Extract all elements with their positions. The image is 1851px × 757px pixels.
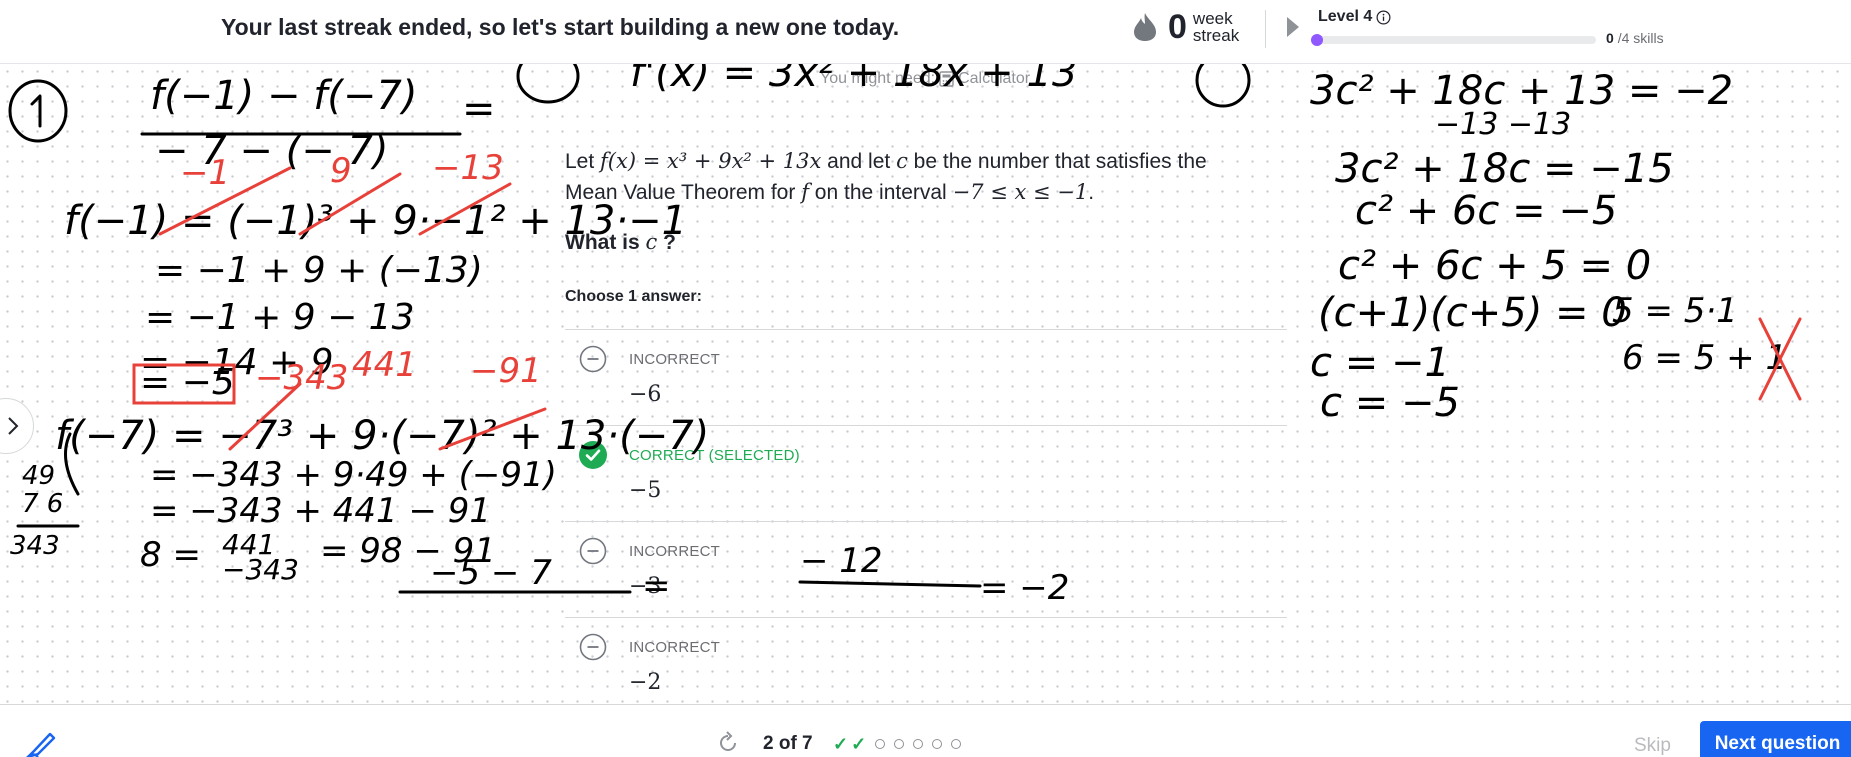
skills-progress: 0 /4 skills bbox=[1606, 30, 1664, 46]
problem-statement: Let f(x) = x³ + 9x² + 13x and let c be t… bbox=[565, 146, 1287, 208]
answer-choice-c[interactable]: INCORRECT −3 bbox=[565, 521, 1287, 617]
flame-icon bbox=[1134, 13, 1156, 41]
problem-equals: = bbox=[636, 149, 667, 173]
choose-label: Choose 1 answer: bbox=[565, 288, 702, 305]
problem-line2-end: . bbox=[1088, 181, 1095, 204]
level-label: Level 4 bbox=[1318, 8, 1391, 26]
pending-dot bbox=[932, 739, 943, 749]
streak-widget[interactable]: 0 week streak bbox=[1132, 10, 1239, 44]
incorrect-minus-icon bbox=[579, 345, 607, 373]
expand-triangle-icon[interactable] bbox=[1286, 16, 1300, 38]
completed-check-icon: ✓ bbox=[833, 734, 849, 754]
problem-f-variable: f bbox=[801, 180, 809, 204]
info-icon[interactable] bbox=[1376, 10, 1391, 25]
skip-button[interactable]: Skip bbox=[1634, 735, 1671, 757]
level-progress-bar bbox=[1311, 34, 1596, 46]
answer-list: INCORRECT −6 CORRECT (SELECTED) −5 INCOR… bbox=[565, 329, 1287, 713]
incorrect-minus-icon bbox=[579, 633, 607, 661]
skills-total: /4 skills bbox=[1617, 30, 1664, 46]
incorrect-minus-icon bbox=[579, 537, 607, 565]
streak-count: 0 bbox=[1168, 8, 1187, 46]
question-before: What is bbox=[565, 231, 646, 254]
answer-choice-a[interactable]: INCORRECT −6 bbox=[565, 329, 1287, 425]
level-progress-indicator bbox=[1311, 34, 1323, 46]
problem-expression: x³ + 9x² + 13x bbox=[667, 149, 822, 173]
problem-mid-text: and let bbox=[821, 150, 897, 173]
retry-arrow-icon[interactable] bbox=[716, 731, 740, 755]
problem-line1-end: be the number that satisfies the bbox=[907, 150, 1207, 173]
problem-c-variable: c bbox=[896, 149, 908, 173]
answer-value: −3 bbox=[629, 574, 662, 599]
answer-value: −5 bbox=[629, 478, 662, 503]
answer-status: INCORRECT bbox=[629, 543, 720, 560]
answer-value: −6 bbox=[629, 382, 662, 407]
question-progress-dots: ✓ ✓ bbox=[833, 734, 962, 754]
top-bar: Your last streak ended, so let's start b… bbox=[0, 0, 1851, 64]
answer-status: INCORRECT bbox=[629, 351, 720, 368]
streak-message: Your last streak ended, so let's start b… bbox=[221, 14, 900, 40]
chevron-right-icon bbox=[8, 417, 19, 435]
completed-check-icon: ✓ bbox=[851, 734, 867, 754]
streak-unit-line2: streak bbox=[1192, 26, 1240, 45]
question-after: ? bbox=[657, 231, 676, 254]
pending-dot bbox=[951, 739, 962, 749]
answer-status: INCORRECT bbox=[629, 639, 720, 656]
calculator-icon bbox=[939, 71, 954, 87]
answer-status: CORRECT (SELECTED) bbox=[629, 447, 800, 464]
question-prompt: What is c ? bbox=[565, 230, 676, 255]
question-variable: c bbox=[645, 230, 658, 254]
problem-line2-mid: on the interval bbox=[808, 181, 953, 204]
question-counter: 2 of 7 bbox=[763, 733, 813, 754]
problem-intro: Let bbox=[565, 150, 601, 173]
streak-unit-line1: week bbox=[1192, 9, 1233, 28]
level-text: Level 4 bbox=[1318, 8, 1373, 25]
calculator-hint-prefix: You might need: bbox=[820, 70, 936, 87]
answer-choice-d[interactable]: INCORRECT −2 bbox=[565, 617, 1287, 713]
bottom-bar: 2 of 7 ✓ ✓ Skip Next question bbox=[0, 704, 1851, 757]
pending-dot bbox=[894, 739, 905, 749]
calculator-link[interactable]: Calculator bbox=[958, 70, 1030, 88]
scratchpad-pen-icon[interactable] bbox=[24, 731, 56, 757]
problem-function-name: f(x) bbox=[600, 149, 637, 173]
pending-dot bbox=[875, 739, 886, 749]
problem-line2-start: Mean Value Theorem for bbox=[565, 181, 802, 204]
answer-value: −2 bbox=[629, 670, 662, 695]
calculator-hint[interactable]: You might need: Calculator bbox=[820, 70, 1030, 88]
streak-unit: week streak bbox=[1193, 10, 1239, 44]
header-divider bbox=[1265, 10, 1266, 48]
pending-dot bbox=[913, 739, 924, 749]
problem-interval: −7 ≤ x ≤ −1 bbox=[952, 180, 1089, 204]
correct-check-icon bbox=[579, 441, 607, 469]
answer-choice-b[interactable]: CORRECT (SELECTED) −5 bbox=[565, 425, 1287, 521]
skills-done: 0 bbox=[1606, 30, 1614, 46]
next-question-button[interactable]: Next question bbox=[1700, 721, 1851, 757]
